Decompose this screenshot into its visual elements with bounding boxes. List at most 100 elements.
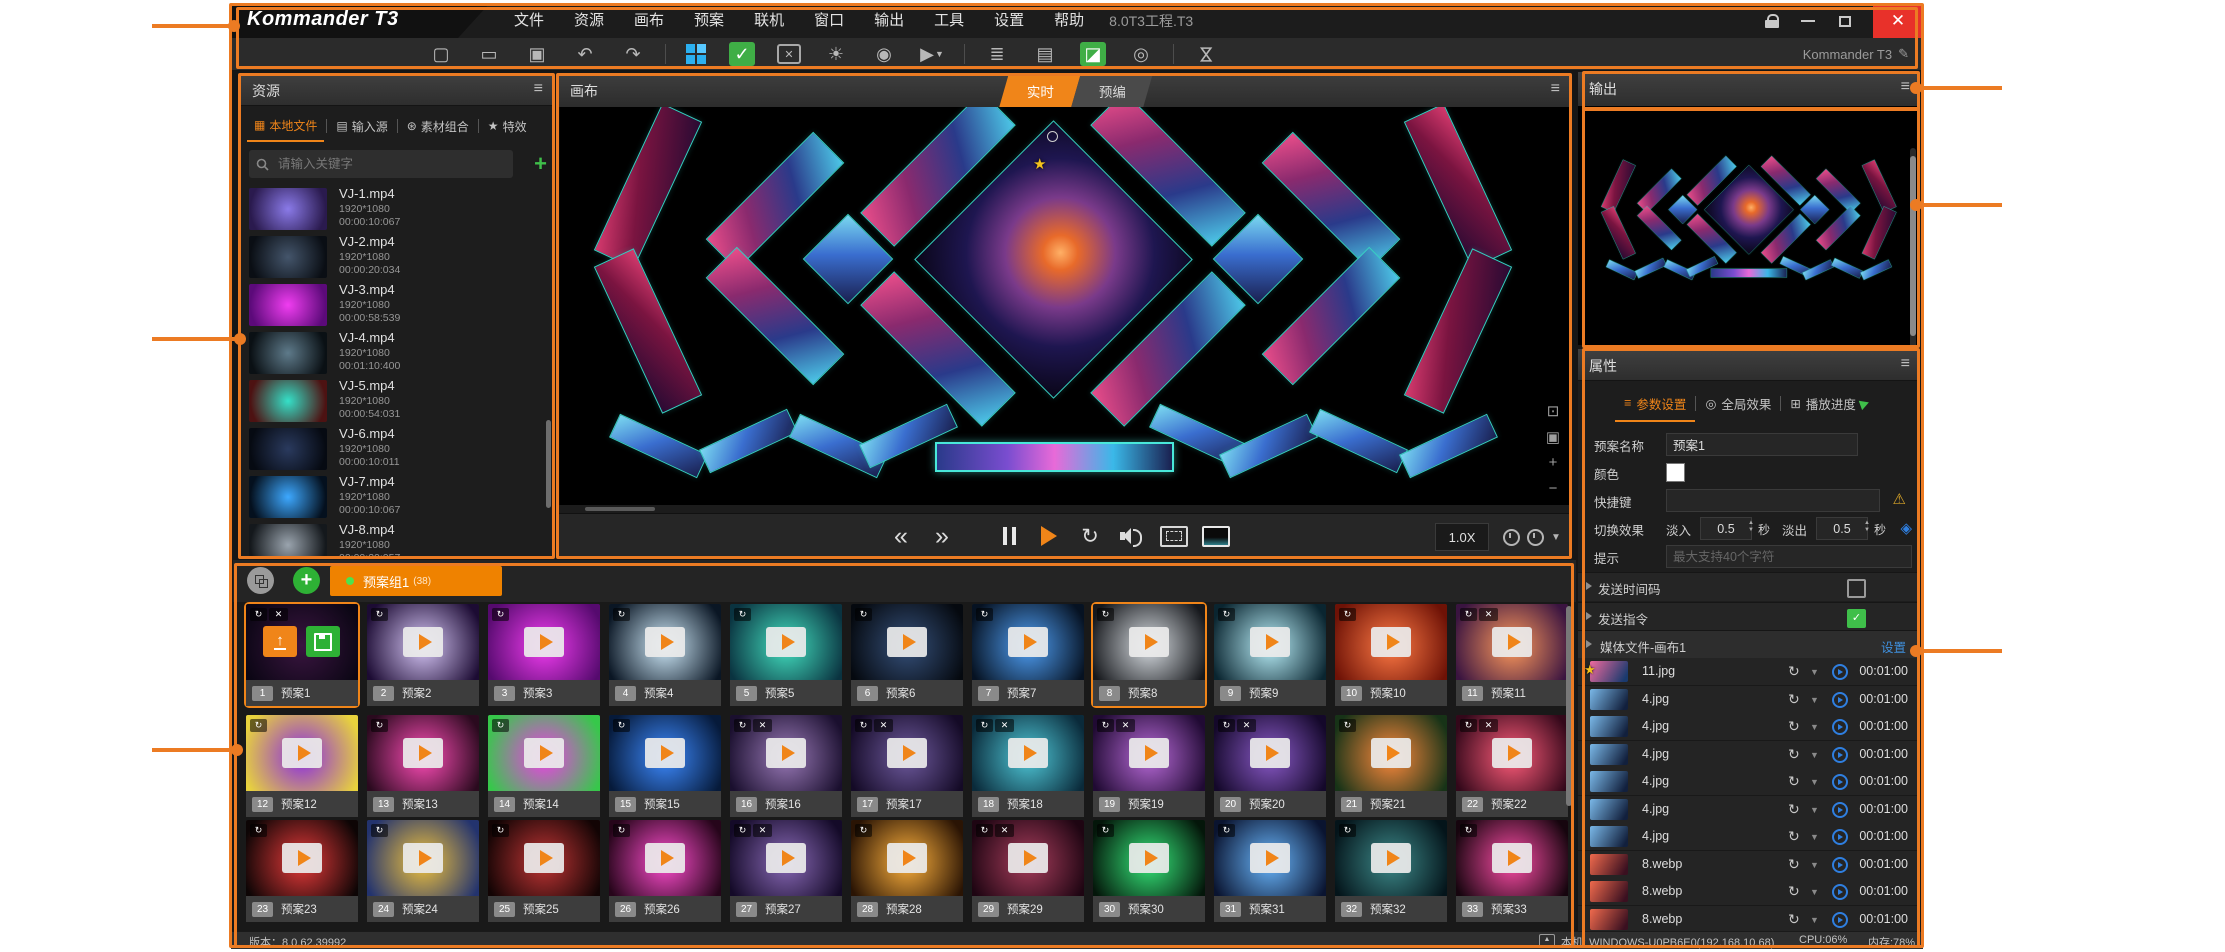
menu-3[interactable]: 画布 (619, 4, 679, 38)
edit-profile-icon[interactable]: ✎ (1898, 46, 1909, 62)
menu-5[interactable]: 联机 (739, 4, 799, 38)
undo-icon[interactable]: ↶ (572, 42, 598, 66)
expand-timecode-icon[interactable] (1586, 582, 1596, 590)
resources-menu-icon[interactable]: ≡ (534, 80, 543, 98)
preedit-play-icon[interactable]: ▶▼ (919, 42, 945, 66)
loop-mode-icon[interactable]: ↻ (1788, 883, 1800, 900)
preset-card[interactable]: ↻✕29预案29 (972, 820, 1084, 922)
preset-card[interactable]: ↻✕11预案11 (1456, 604, 1568, 706)
fit-screen-icon[interactable]: ▣ (1546, 428, 1560, 454)
duration-timer-icon[interactable] (1832, 802, 1848, 818)
canvas-media-piece[interactable] (1601, 206, 1636, 259)
media-library-icon[interactable]: ◪ (1080, 42, 1106, 66)
expand-command-icon[interactable] (1586, 612, 1596, 620)
preset-name-input[interactable] (1666, 433, 1858, 456)
preset-card[interactable]: ↻14预案14 (488, 715, 600, 817)
loop-mode-icon[interactable]: ↻ (1788, 663, 1800, 680)
restore-button[interactable] (1839, 16, 1851, 27)
media-row[interactable]: 8.webp↻▼00:01:00 (1578, 878, 1920, 906)
canvas-media-piece[interactable] (1601, 159, 1636, 212)
preset-card[interactable]: ↻15预案15 (609, 715, 721, 817)
tab-play-progress[interactable]: ⊞播放进度 (1781, 384, 1883, 422)
output-off-icon[interactable]: ✕ (777, 44, 801, 64)
fullscreen-icon[interactable]: ⊡ (1547, 402, 1560, 428)
timer-1-icon[interactable] (1503, 529, 1520, 546)
minimize-button[interactable] (1801, 20, 1815, 22)
media-row[interactable]: 4.jpg↻▼00:01:00 (1578, 713, 1920, 741)
loop-dropdown-icon[interactable]: ▼ (1810, 750, 1819, 760)
command-checkbox[interactable]: ✓ (1847, 609, 1866, 628)
preset-group-tab[interactable]: 预案组1 (38) (330, 566, 502, 596)
canvas-media-piece[interactable] (1309, 409, 1408, 474)
preset-card[interactable]: ↻✕↑1预案1 (246, 604, 358, 706)
file-item[interactable]: VJ-7.mp41920*108000:00:10:067 (249, 474, 545, 520)
color-swatch[interactable] (1666, 463, 1685, 482)
preset-play-button[interactable] (403, 627, 443, 657)
resources-tab-4[interactable]: ★特效 (481, 111, 534, 141)
duration-timer-icon[interactable] (1832, 692, 1848, 708)
preset-card[interactable]: ↻23预案23 (246, 820, 358, 922)
timer-2-icon[interactable] (1527, 529, 1544, 546)
loop-dropdown-icon[interactable]: ▼ (1810, 777, 1819, 787)
add-group-button[interactable]: + (293, 567, 320, 594)
preset-card[interactable]: ↻31预案31 (1214, 820, 1326, 922)
canvas-stage[interactable]: ★ ⊡▣+−◉ (560, 107, 1569, 505)
preset-card[interactable]: ↻8预案8 (1093, 604, 1205, 706)
loop-mode-icon[interactable]: ↻ (1788, 828, 1800, 845)
preset-card[interactable]: ↻30预案30 (1093, 820, 1205, 922)
resources-tab-3[interactable]: ⊛素材组合 (400, 111, 476, 141)
expand-panel-icon[interactable]: ▲ (1539, 934, 1555, 947)
preset-play-button[interactable] (1371, 843, 1411, 873)
preset-card[interactable]: ↻24预案24 (367, 820, 479, 922)
preset-play-button[interactable] (403, 843, 443, 873)
tab-realtime[interactable]: 实时 (999, 74, 1080, 107)
output-menu-icon[interactable]: ≡ (1901, 78, 1910, 96)
resources-scrollbar[interactable] (546, 420, 551, 508)
preset-card[interactable]: ↻✕17预案17 (851, 715, 963, 817)
preset-card[interactable]: ↻✕22预案22 (1456, 715, 1568, 817)
preset-play-button[interactable] (524, 843, 564, 873)
preset-card[interactable]: ↻✕20预案20 (1214, 715, 1326, 817)
loop-mode-icon[interactable]: ↻ (1788, 718, 1800, 735)
canvas-media-piece[interactable] (1635, 258, 1667, 279)
tab-preedit[interactable]: 预编 (1071, 74, 1152, 107)
replay-icon[interactable]: ↻ (1077, 514, 1103, 558)
preset-play-button[interactable] (645, 738, 685, 768)
zoom-in-icon[interactable]: + (1549, 454, 1558, 480)
canvas-media-piece[interactable] (594, 107, 702, 269)
preset-card[interactable]: ↻7预案7 (972, 604, 1084, 706)
menu-1[interactable]: 文件 (499, 4, 559, 38)
preset-card[interactable]: ↻12预案12 (246, 715, 358, 817)
timecode-checkbox[interactable] (1847, 579, 1866, 598)
fade-out-input[interactable] (1816, 517, 1868, 540)
preset-card[interactable]: ↻25预案25 (488, 820, 600, 922)
screen-output-icon[interactable] (1202, 514, 1230, 558)
preset-card[interactable]: ↻4预案4 (609, 604, 721, 706)
preset-play-button[interactable] (1129, 627, 1169, 657)
loop-dropdown-icon[interactable]: ▼ (1810, 915, 1819, 925)
preset-card[interactable]: ↻13预案13 (367, 715, 479, 817)
volume-icon[interactable] (1118, 514, 1144, 558)
media-row[interactable]: 4.jpg↻▼00:01:00 (1578, 768, 1920, 796)
file-item[interactable]: VJ-1.mp41920*108000:00:10:067 (249, 186, 545, 232)
skip-forward-icon[interactable]: » (928, 514, 954, 558)
screen-grid-icon[interactable] (686, 44, 706, 64)
save-preset-button[interactable] (306, 626, 340, 657)
redo-icon[interactable]: ↷ (620, 42, 646, 66)
canvas-media-piece[interactable] (1831, 258, 1863, 279)
duration-timer-icon[interactable] (1832, 829, 1848, 845)
canvas-hscrollbar[interactable] (559, 505, 1570, 513)
preset-card[interactable]: ↻33预案33 (1456, 820, 1568, 922)
duration-timer-icon[interactable] (1832, 719, 1848, 735)
loop-mode-icon[interactable]: ↻ (1788, 691, 1800, 708)
screen-region-icon[interactable] (1160, 514, 1188, 558)
menu-6[interactable]: 窗口 (799, 4, 859, 38)
brightness-icon[interactable]: ☀ (823, 42, 849, 66)
fade-in-stepper[interactable]: ▲▼ (1748, 520, 1754, 534)
canvas-media-piece[interactable] (1404, 248, 1512, 413)
record-icon[interactable]: ◎ (1128, 42, 1154, 66)
new-file-icon[interactable]: ▢ (428, 42, 454, 66)
loop-dropdown-icon[interactable]: ▼ (1810, 832, 1819, 842)
menu-9[interactable]: 设置 (979, 4, 1039, 38)
menu-2[interactable]: 资源 (559, 4, 619, 38)
